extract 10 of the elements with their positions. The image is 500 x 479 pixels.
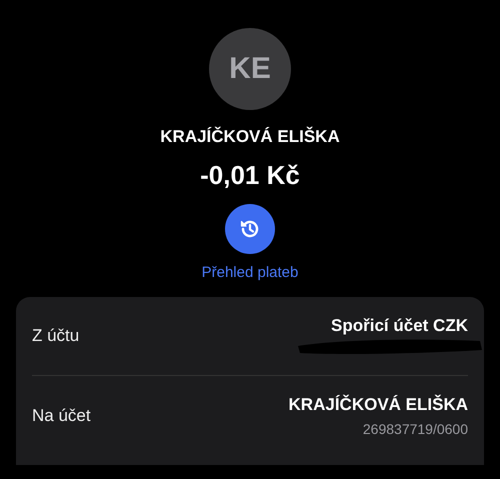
history-button[interactable] — [225, 204, 275, 254]
history-link[interactable]: Přehled plateb — [202, 264, 298, 281]
detail-value: Spořicí účet CZK — [331, 316, 468, 336]
contact-name: KRAJÍČKOVÁ ELIŠKA — [160, 127, 340, 147]
account-number: 269837719/0600 — [362, 421, 468, 437]
detail-value: KRAJÍČKOVÁ ELIŠKA — [288, 395, 468, 415]
amount: -0,01 Kč — [200, 160, 300, 191]
detail-label: Na účet — [32, 406, 91, 426]
avatar: KE — [209, 28, 291, 110]
detail-label: Z účtu — [32, 326, 80, 346]
